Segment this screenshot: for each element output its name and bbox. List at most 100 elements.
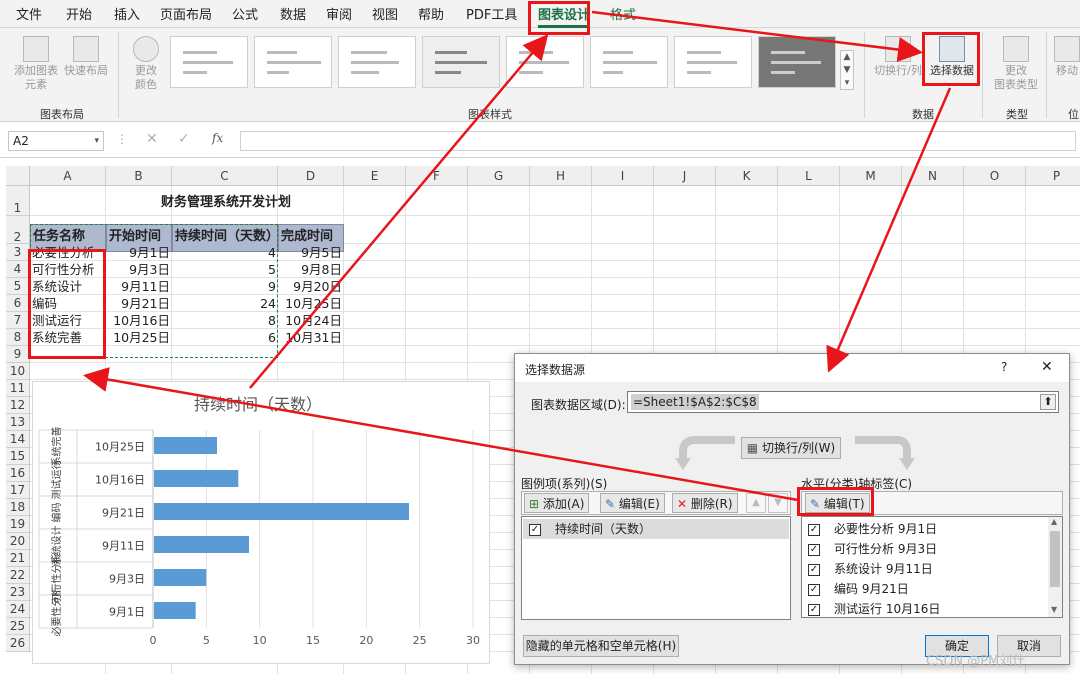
row-header-26[interactable]: 26	[6, 635, 30, 652]
row-header-15[interactable]: 15	[6, 448, 30, 465]
end-date-cell[interactable]: 9月8日	[280, 261, 342, 278]
column-header-K[interactable]: K	[716, 166, 778, 186]
hidden-empty-cells-button[interactable]: 隐藏的单元格和空单元格(H)	[523, 635, 679, 657]
row-header-20[interactable]: 20	[6, 533, 30, 550]
row-header-24[interactable]: 24	[6, 601, 30, 618]
list-item[interactable]: ✓ 可行性分析 9月3日	[808, 541, 937, 557]
data-range-input[interactable]: =Sheet1!$A$2:$C$8 ⬆	[627, 391, 1059, 413]
name-box[interactable]: A2 ▾	[8, 131, 104, 151]
chart-style-1[interactable]	[170, 36, 248, 88]
column-header-G[interactable]: G	[468, 166, 530, 186]
chart-style-3[interactable]	[338, 36, 416, 88]
row-header-16[interactable]: 16	[6, 465, 30, 482]
insert-function-icon[interactable]: fx	[212, 131, 223, 145]
axis-labels-list[interactable]: ✓ 必要性分析 9月1日 ✓ 可行性分析 9月3日 ✓ 系统设计 9月11日 ✓ 编码 9月2…	[801, 516, 1063, 618]
column-header-F[interactable]: F	[406, 166, 468, 186]
tab-formulas[interactable]: 公式	[232, 4, 258, 23]
tab-home[interactable]: 开始	[66, 4, 92, 23]
row-header-13[interactable]: 13	[6, 414, 30, 431]
change-colors-button[interactable]: 更改 颜色	[124, 36, 168, 92]
row-header-6[interactable]: 6	[6, 295, 30, 312]
column-header-L[interactable]: L	[778, 166, 840, 186]
list-item[interactable]: ✓ 测试运行 10月16日	[808, 601, 940, 617]
chart-style-7[interactable]	[674, 36, 752, 88]
tab-insert[interactable]: 插入	[114, 4, 140, 23]
column-header-C[interactable]: C	[172, 166, 278, 186]
list-item[interactable]: ✓ 系统设计 9月11日	[808, 561, 933, 577]
list-item[interactable]: ✓ 编码 9月21日	[808, 581, 909, 597]
end-date-cell[interactable]: 10月31日	[280, 329, 342, 346]
chart-style-6[interactable]	[590, 36, 668, 88]
chevron-down-icon[interactable]: ▾	[94, 132, 99, 150]
row-header-3[interactable]: 3	[6, 244, 30, 261]
row-header-9[interactable]: 9	[6, 346, 30, 363]
column-header-B[interactable]: B	[106, 166, 172, 186]
row-header-18[interactable]: 18	[6, 499, 30, 516]
row-header-4[interactable]: 4	[6, 261, 30, 278]
column-header-J[interactable]: J	[654, 166, 716, 186]
tab-review[interactable]: 审阅	[326, 4, 352, 23]
end-date-cell[interactable]: 10月25日	[280, 295, 342, 312]
tab-view[interactable]: 视图	[372, 4, 398, 23]
checkbox-icon[interactable]: ✓	[808, 543, 820, 556]
column-header-N[interactable]: N	[902, 166, 964, 186]
styles-scroll-arrows[interactable]: ▲ ▼ ▾	[840, 50, 854, 90]
switch-row-column-button[interactable]: 切换行/列	[870, 36, 926, 78]
switch-row-column-dialog-button[interactable]: ▦ 切换行/列(W)	[741, 437, 841, 459]
select-all-corner[interactable]	[6, 166, 30, 186]
checkbox-icon[interactable]: ✓	[808, 583, 820, 596]
chart-style-4[interactable]	[422, 36, 500, 88]
tab-help[interactable]: 帮助	[418, 4, 444, 23]
end-date-cell[interactable]: 10月24日	[280, 312, 342, 329]
help-icon[interactable]: ?	[1001, 360, 1007, 374]
quick-layout-button[interactable]: 快速布局	[62, 36, 110, 78]
confirm-entry-icon[interactable]: ✓	[178, 131, 190, 147]
row-header-7[interactable]: 7	[6, 312, 30, 329]
add-chart-element-button[interactable]: 添加图表 元素	[12, 36, 60, 92]
checkbox-icon[interactable]: ✓	[808, 563, 820, 576]
column-header-D[interactable]: D	[278, 166, 344, 186]
column-header-E[interactable]: E	[344, 166, 406, 186]
row-header-17[interactable]: 17	[6, 482, 30, 499]
row-header-11[interactable]: 11	[6, 380, 30, 397]
tab-file[interactable]: 文件	[16, 4, 42, 23]
collapse-dialog-icon[interactable]: ⬆	[1040, 394, 1056, 410]
row-header-12[interactable]: 12	[6, 397, 30, 414]
bar-chart[interactable]: 持续时间（天数） 0 5 10 15 20 25 30 10月25日 系统完善 10月16日 测试运…	[32, 381, 490, 664]
close-icon[interactable]: ✕	[1041, 359, 1053, 375]
column-header-O[interactable]: O	[964, 166, 1026, 186]
edit-series-button[interactable]: ✎ 编辑(E)	[600, 493, 665, 513]
checkbox-icon[interactable]: ✓	[808, 523, 820, 536]
column-header-A[interactable]: A	[30, 166, 106, 186]
move-chart-button[interactable]: 移动	[1054, 36, 1080, 78]
scroll-down-icon[interactable]: ▼	[1051, 605, 1057, 614]
scrollbar[interactable]: ▲ ▼	[1048, 517, 1062, 617]
row-header-5[interactable]: 5	[6, 278, 30, 295]
chart-style-2[interactable]	[254, 36, 332, 88]
move-up-icon[interactable]: ▲	[746, 493, 766, 513]
row-header-1[interactable]: 1	[6, 186, 30, 216]
row-header-8[interactable]: 8	[6, 329, 30, 346]
row-header-10[interactable]: 10	[6, 363, 30, 380]
chart-style-8[interactable]	[758, 36, 836, 88]
scroll-up-icon[interactable]: ▲	[1051, 517, 1057, 526]
tab-format[interactable]: 格式	[610, 4, 636, 23]
end-date-cell[interactable]: 9月5日	[280, 244, 342, 261]
list-item[interactable]: ✓ 持续时间（天数）	[523, 519, 789, 539]
change-chart-type-button[interactable]: 更改 图表类型	[988, 36, 1044, 92]
formula-input[interactable]	[240, 131, 1076, 151]
column-header-H[interactable]: H	[530, 166, 592, 186]
move-down-icon[interactable]: ▼	[768, 493, 788, 513]
row-header-14[interactable]: 14	[6, 431, 30, 448]
column-header-I[interactable]: I	[592, 166, 654, 186]
list-item[interactable]: ✓ 必要性分析 9月1日	[808, 521, 937, 537]
cancel-entry-icon[interactable]: ✕	[146, 131, 158, 147]
add-series-button[interactable]: ⊞ 添加(A)	[524, 493, 590, 513]
column-header-M[interactable]: M	[840, 166, 902, 186]
chart-style-5[interactable]	[506, 36, 584, 88]
row-header-19[interactable]: 19	[6, 516, 30, 533]
scrollbar-thumb[interactable]	[1050, 531, 1060, 587]
row-header-21[interactable]: 21	[6, 550, 30, 567]
tab-pdf-tools[interactable]: PDF工具	[466, 4, 517, 23]
end-date-cell[interactable]: 9月20日	[280, 278, 342, 295]
